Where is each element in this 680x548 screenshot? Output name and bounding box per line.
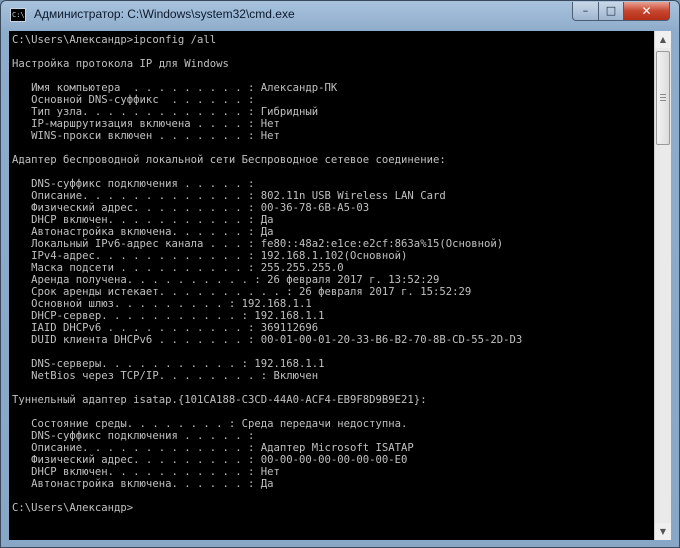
minimize-button[interactable]: – <box>572 2 599 21</box>
maximize-button[interactable]: □ <box>598 2 624 21</box>
scroll-down-arrow-icon[interactable]: ▼ <box>655 523 671 540</box>
thumb-grip <box>660 97 666 98</box>
thumb-grip <box>660 94 666 95</box>
cmd-window: C:\ Администратор: C:\Windows\system32\c… <box>0 0 680 548</box>
window-title: Администратор: C:\Windows\system32\cmd.e… <box>34 7 295 21</box>
console-area[interactable]: C:\Users\Александр>ipconfig /all Настрой… <box>9 31 654 540</box>
title-bar[interactable]: C:\ Администратор: C:\Windows\system32\c… <box>1 1 679 31</box>
cmd-app-icon[interactable]: C:\ <box>10 8 26 22</box>
vertical-scrollbar[interactable]: ▲ ▼ <box>654 31 671 540</box>
console-output: C:\Users\Александр>ipconfig /all Настрой… <box>12 34 523 514</box>
scroll-thumb[interactable] <box>656 51 670 145</box>
thumb-grip <box>660 100 666 101</box>
scroll-up-arrow-icon[interactable]: ▲ <box>655 31 671 48</box>
close-button[interactable]: ✕ <box>623 2 670 21</box>
